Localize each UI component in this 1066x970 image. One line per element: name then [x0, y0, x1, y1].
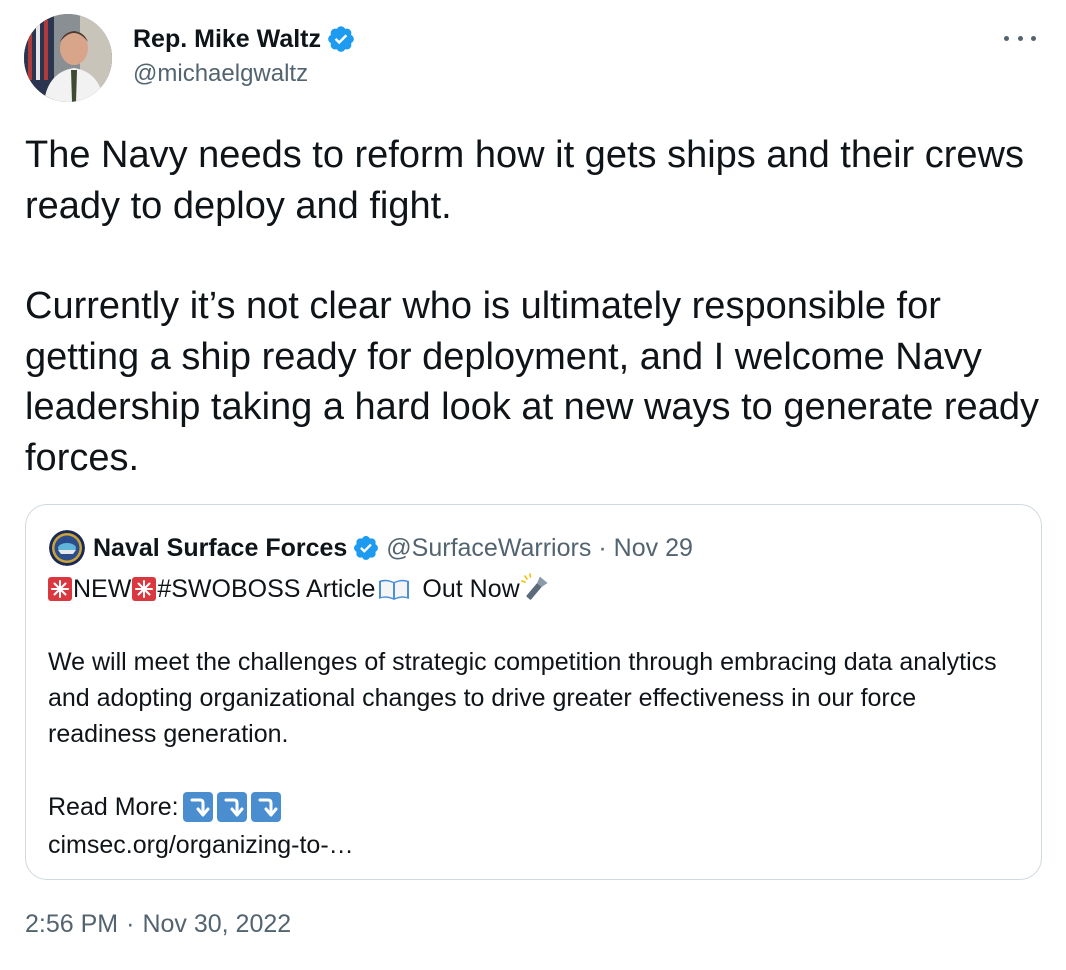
quote-author-handle[interactable]: @SurfaceWarriors — [386, 534, 591, 563]
quote-article-label: Article — [300, 575, 376, 603]
arrow-down-emoji-icon — [216, 792, 247, 822]
tweet: Rep. Mike Waltz @michaelgwaltz The Navy … — [0, 0, 1066, 970]
quote-hashtag[interactable]: #SWOBOSS — [157, 571, 300, 607]
tweet-paragraph: Currently it’s not clear who is ultimate… — [25, 285, 1039, 479]
quote-body-text: We will meet the challenges of strategic… — [48, 648, 997, 748]
more-horizontal-icon — [1031, 35, 1036, 41]
quote-header: Naval Surface Forces @SurfaceWarriors · … — [49, 530, 693, 566]
separator-dot: · — [126, 910, 135, 938]
more-horizontal-icon — [1004, 35, 1009, 41]
author-name[interactable]: Rep. Mike Waltz — [133, 25, 321, 54]
more-options-button[interactable] — [1004, 26, 1036, 50]
tweet-paragraph: The Navy needs to reform how it gets shi… — [25, 134, 1025, 227]
more-horizontal-icon — [1017, 35, 1023, 41]
author-handle[interactable]: @michaelgwaltz — [133, 60, 308, 88]
quote-tweet-card[interactable]: Naval Surface Forces @SurfaceWarriors · … — [25, 504, 1042, 880]
separator-dot: · — [598, 533, 607, 562]
arrow-down-emoji-icon — [250, 792, 281, 822]
arrow-down-emoji-icon — [182, 792, 213, 822]
open-book-emoji-icon — [379, 579, 410, 600]
author-name-row: Rep. Mike Waltz — [133, 22, 356, 56]
quote-link[interactable]: cimsec.org/organizing-to-… — [48, 827, 354, 863]
quote-date[interactable]: Nov 29 — [614, 534, 693, 563]
quote-author-name[interactable]: Naval Surface Forces — [93, 534, 347, 563]
quote-headline: NEW #SWOBOSS Article Out Now — [47, 571, 552, 607]
navy-seal-logo-icon — [49, 530, 85, 566]
quote-new-label: NEW — [73, 575, 132, 603]
author-avatar[interactable] — [24, 14, 112, 102]
timestamp-date[interactable]: Nov 30, 2022 — [142, 910, 291, 939]
quote-out-now-label: Out Now — [415, 575, 520, 603]
flashlight-emoji-icon — [520, 573, 548, 600]
verified-badge-icon — [328, 26, 354, 52]
siren-emoji-icon — [132, 577, 157, 601]
verified-badge-icon — [354, 536, 379, 560]
siren-emoji-icon — [48, 577, 72, 601]
tweet-text: The Navy needs to reform how it gets shi… — [25, 130, 1050, 483]
read-more-label: Read More: — [48, 793, 179, 821]
quote-avatar[interactable] — [49, 530, 85, 566]
timestamp-time[interactable]: 2:56 PM — [25, 910, 118, 939]
author-avatar-image — [24, 14, 112, 102]
quote-read-more: Read More: — [48, 789, 281, 825]
tweet-timestamp: 2:56 PM · Nov 30, 2022 — [25, 910, 291, 939]
